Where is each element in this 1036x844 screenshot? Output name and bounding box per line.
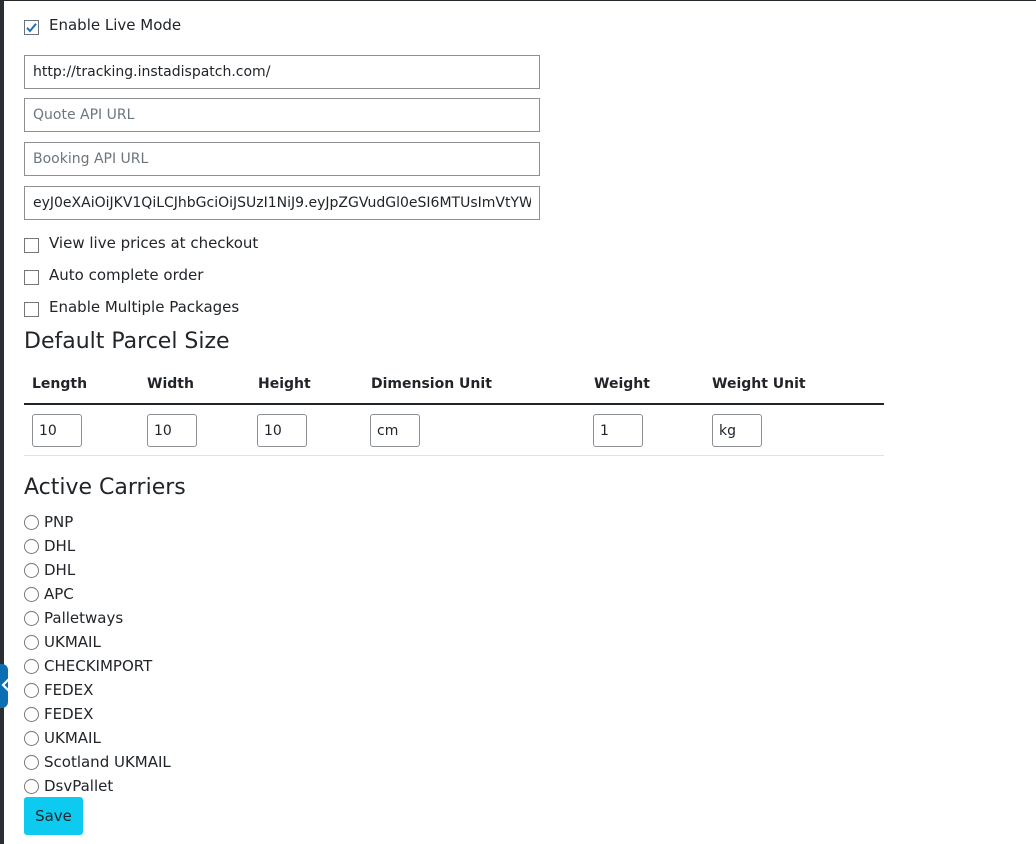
dimension-unit-input[interactable] bbox=[370, 414, 420, 447]
multiple-packages-label: Enable Multiple Packages bbox=[49, 298, 240, 316]
carrier-radio[interactable] bbox=[24, 514, 39, 530]
parcel-size-title: Default Parcel Size bbox=[24, 329, 230, 354]
chevron-left-icon bbox=[1, 678, 10, 692]
carrier-radio[interactable] bbox=[24, 538, 39, 554]
carrier-item[interactable]: DHL bbox=[24, 534, 75, 558]
carrier-radio[interactable] bbox=[24, 586, 39, 602]
carrier-label: Palletways bbox=[44, 609, 124, 627]
height-input[interactable] bbox=[257, 414, 307, 447]
carrier-label: CHECKIMPORT bbox=[44, 657, 153, 675]
header-length: Length bbox=[32, 376, 88, 392]
table-header-rule bbox=[24, 403, 884, 405]
carrier-item[interactable]: UKMAIL bbox=[24, 726, 101, 750]
carrier-item[interactable]: Palletways bbox=[24, 606, 123, 630]
carrier-label: UKMAIL bbox=[44, 729, 101, 747]
carrier-item[interactable]: DsvPallet bbox=[24, 774, 113, 798]
carrier-radio[interactable] bbox=[24, 778, 39, 794]
carrier-label: DHL bbox=[44, 537, 76, 555]
carrier-label: DsvPallet bbox=[44, 777, 114, 795]
view-live-prices-checkbox[interactable] bbox=[24, 238, 39, 253]
tracking-url-input[interactable] bbox=[24, 55, 540, 89]
sidebar-collapse-tab[interactable] bbox=[0, 664, 10, 708]
weight-input[interactable] bbox=[593, 414, 643, 447]
multiple-packages-checkbox[interactable] bbox=[24, 302, 39, 317]
header-height: Height bbox=[258, 376, 311, 392]
carrier-radio[interactable] bbox=[24, 754, 39, 770]
header-width: Width bbox=[147, 376, 194, 392]
carrier-label: DHL bbox=[44, 561, 76, 579]
live-mode-row: Enable Live Mode bbox=[24, 16, 181, 38]
length-input[interactable] bbox=[32, 414, 82, 447]
carrier-item[interactable]: PNP bbox=[24, 510, 73, 534]
carrier-radio[interactable] bbox=[24, 706, 39, 722]
api-token-input[interactable] bbox=[24, 186, 540, 220]
live-mode-checkbox[interactable] bbox=[24, 20, 39, 35]
carrier-radio[interactable] bbox=[24, 730, 39, 746]
live-mode-label: Enable Live Mode bbox=[49, 16, 182, 34]
auto-complete-checkbox[interactable] bbox=[24, 270, 39, 285]
quote-api-url-input[interactable] bbox=[24, 98, 540, 132]
carrier-radio[interactable] bbox=[24, 658, 39, 674]
carrier-item[interactable]: APC bbox=[24, 582, 74, 606]
carrier-label: FEDEX bbox=[44, 705, 94, 723]
carrier-radio[interactable] bbox=[24, 682, 39, 698]
table-row-rule bbox=[24, 455, 884, 456]
save-button[interactable]: Save bbox=[24, 797, 83, 835]
carrier-label: UKMAIL bbox=[44, 633, 101, 651]
carrier-radio[interactable] bbox=[24, 634, 39, 650]
header-weight-unit: Weight Unit bbox=[712, 376, 806, 392]
carrier-radio[interactable] bbox=[24, 562, 39, 578]
checkmark-icon bbox=[26, 23, 37, 33]
settings-page: Enable Live Mode View live prices at che… bbox=[0, 0, 1036, 844]
weight-unit-input[interactable] bbox=[712, 414, 762, 447]
top-border bbox=[0, 0, 1036, 1]
parcel-size-table: Length Width Height Dimension Unit Weigh… bbox=[24, 362, 884, 456]
booking-api-url-input[interactable] bbox=[24, 142, 540, 176]
carrier-label: PNP bbox=[44, 513, 74, 531]
active-carriers-title: Active Carriers bbox=[24, 475, 186, 500]
carrier-item[interactable]: FEDEX bbox=[24, 702, 93, 726]
carrier-label: Scotland UKMAIL bbox=[44, 753, 171, 771]
carrier-radio[interactable] bbox=[24, 610, 39, 626]
header-dimension-unit: Dimension Unit bbox=[371, 376, 492, 392]
carrier-item[interactable]: UKMAIL bbox=[24, 630, 101, 654]
multiple-packages-row: Enable Multiple Packages bbox=[24, 298, 239, 320]
auto-complete-row: Auto complete order bbox=[24, 266, 203, 288]
width-input[interactable] bbox=[147, 414, 197, 447]
auto-complete-label: Auto complete order bbox=[49, 266, 204, 284]
carrier-item[interactable]: CHECKIMPORT bbox=[24, 654, 152, 678]
carrier-item[interactable]: Scotland UKMAIL bbox=[24, 750, 171, 774]
header-weight: Weight bbox=[594, 376, 650, 392]
carrier-label: APC bbox=[44, 585, 74, 603]
carrier-item[interactable]: DHL bbox=[24, 558, 75, 582]
view-live-prices-row: View live prices at checkout bbox=[24, 234, 258, 256]
carrier-label: FEDEX bbox=[44, 681, 94, 699]
carrier-item[interactable]: FEDEX bbox=[24, 678, 93, 702]
admin-sidebar-edge bbox=[0, 0, 4, 844]
view-live-prices-label: View live prices at checkout bbox=[49, 234, 259, 252]
